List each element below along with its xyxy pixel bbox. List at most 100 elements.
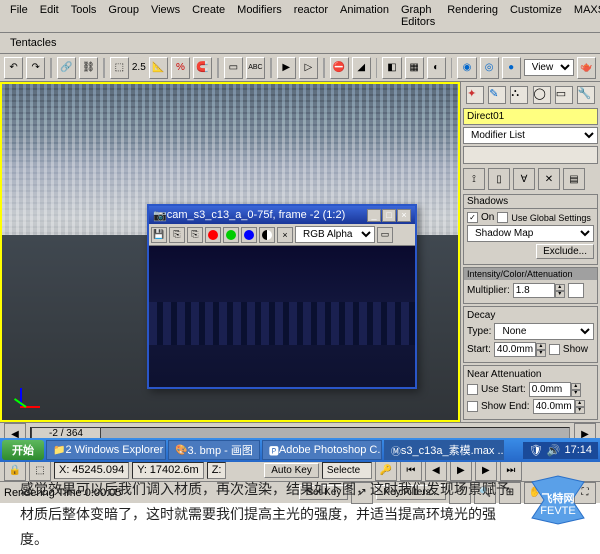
object-name-field[interactable] [463, 108, 598, 125]
menu-tentacles[interactable]: Tentacles [4, 35, 62, 51]
render-last-icon[interactable]: ● [502, 57, 521, 79]
menu-views[interactable]: Views [145, 2, 186, 30]
magnet-icon[interactable]: 🧲 [193, 57, 212, 79]
menu-customize[interactable]: Customize [504, 2, 568, 30]
motion-tab-icon[interactable]: ◯ [533, 86, 551, 104]
percent-snap-icon[interactable]: % [171, 57, 190, 79]
remove-modifier-icon[interactable]: ✕ [538, 168, 560, 190]
tray-icon-2[interactable]: 🔊 [547, 444, 561, 457]
decay-start-spinner[interactable]: ▴▾ [494, 342, 546, 357]
make-unique-icon[interactable]: ∀ [513, 168, 535, 190]
clone-icon[interactable]: ⎘ [169, 227, 185, 243]
mirror-button[interactable]: ▶ [277, 57, 296, 79]
link-button[interactable]: 🔗 [57, 57, 76, 79]
selected-field[interactable]: Selecte [322, 462, 372, 479]
close-button[interactable]: × [397, 209, 411, 222]
select-button[interactable]: ⬚ [110, 57, 129, 79]
menu-edit[interactable]: Edit [34, 2, 65, 30]
global-settings-checkbox[interactable] [497, 212, 508, 223]
near-end-spinner[interactable]: ▴▾ [533, 399, 585, 414]
spin-up-icon[interactable]: ▴ [555, 284, 565, 291]
decay-start-value[interactable] [494, 342, 536, 357]
prohibit-icon[interactable]: ⛔ [330, 57, 349, 79]
near-end-value[interactable] [533, 399, 575, 414]
spin-down-icon[interactable]: ▾ [555, 291, 565, 298]
near-start-spinner[interactable]: ▴▾ [529, 382, 581, 397]
system-tray[interactable]: 🛡 🔊 17:14 [523, 442, 598, 459]
quick-render-icon[interactable]: ◎ [480, 57, 499, 79]
menu-modifiers[interactable]: Modifiers [231, 2, 288, 30]
clone2-icon[interactable]: ⎘ [187, 227, 203, 243]
create-tab-icon[interactable]: ✦ [466, 86, 484, 104]
shadows-on-checkbox[interactable]: ✓ [467, 212, 478, 223]
material-icon[interactable]: ◐ [427, 57, 446, 79]
task-paint[interactable]: 🎨 3. bmp - 画图 [168, 440, 260, 460]
multiplier-value[interactable] [513, 283, 555, 298]
decay-type-dropdown[interactable]: None [494, 323, 594, 340]
viewport[interactable]: 📷 cam_s3_c13_a_0-75f, frame -2 (1:2) _ □… [0, 82, 460, 422]
near-end-label: End: [509, 401, 530, 412]
modifier-stack[interactable] [463, 146, 598, 164]
schematic-icon[interactable]: ▦ [405, 57, 424, 79]
render-window-titlebar[interactable]: 📷 cam_s3_c13_a_0-75f, frame -2 (1:2) _ □… [149, 206, 415, 224]
modifier-list-dropdown[interactable]: Modifier List [463, 127, 598, 144]
minimize-button[interactable]: _ [367, 209, 381, 222]
near-show-checkbox[interactable] [467, 401, 478, 412]
mono-channel-icon[interactable] [259, 227, 275, 243]
near-start-value[interactable] [529, 382, 571, 397]
blue-channel-icon[interactable] [241, 227, 257, 243]
multiplier-spinner[interactable]: ▴▾ [513, 283, 565, 298]
angle-snap-icon[interactable]: 📐 [149, 57, 168, 79]
pin-stack-icon[interactable]: ⟟ [463, 168, 485, 190]
unlink-button[interactable]: ⛓ [79, 57, 98, 79]
menu-file[interactable]: File [4, 2, 34, 30]
show-result-icon[interactable]: ▯ [488, 168, 510, 190]
menu-create[interactable]: Create [186, 2, 231, 30]
save-image-icon[interactable]: 💾 [151, 227, 167, 243]
display-tab-icon[interactable]: ▭ [555, 86, 573, 104]
eraser-icon[interactable]: ◢ [352, 57, 371, 79]
task-explorer[interactable]: 📁 2 Windows Explorer [46, 440, 166, 460]
maximize-button[interactable]: □ [382, 209, 396, 222]
menu-rendering[interactable]: Rendering [441, 2, 504, 30]
curve-editor-icon[interactable]: ◧ [382, 57, 401, 79]
menu-group[interactable]: Group [102, 2, 145, 30]
teapot-icon[interactable]: 🫖 [577, 57, 596, 79]
decay-show-checkbox[interactable] [549, 344, 560, 355]
shadow-type-dropdown[interactable]: Shadow Map [467, 225, 594, 242]
redo-button[interactable]: ↷ [26, 57, 45, 79]
task-3dsmax[interactable]: Ⓜ s3_c13a_素模.max ... [384, 440, 504, 460]
menu-tools[interactable]: Tools [65, 2, 103, 30]
near-atten-panel: Near Attenuation Use Start: ▴▾ Show End: [463, 365, 598, 420]
main-area: 📷 cam_s3_c13_a_0-75f, frame -2 (1:2) _ □… [0, 82, 600, 422]
configure-icon[interactable]: ▤ [563, 168, 585, 190]
modify-tab-icon[interactable]: ✎ [488, 86, 506, 104]
tray-icon[interactable]: 🛡 [529, 444, 543, 457]
undo-button[interactable]: ↶ [4, 57, 23, 79]
menu-reactor[interactable]: reactor [288, 2, 334, 30]
red-channel-icon[interactable] [205, 227, 221, 243]
hierarchy-tab-icon[interactable]: ⛬ [510, 86, 528, 104]
render-window[interactable]: 📷 cam_s3_c13_a_0-75f, frame -2 (1:2) _ □… [147, 204, 417, 389]
named-sel-icon[interactable]: ▭ [224, 57, 243, 79]
near-use-checkbox[interactable] [467, 384, 478, 395]
align-button[interactable]: ▷ [299, 57, 318, 79]
clear-icon[interactable]: ▭ [377, 227, 393, 243]
intensity-header[interactable]: Intensity/Color/Attenuation [464, 268, 597, 280]
color-swatch[interactable] [568, 283, 584, 298]
start-button[interactable]: 开始 [2, 440, 44, 460]
autokey-button[interactable]: Auto Key [264, 463, 319, 478]
view-dropdown[interactable]: View [524, 59, 574, 76]
green-channel-icon[interactable] [223, 227, 239, 243]
menu-maxscript[interactable]: MAXScript [568, 2, 600, 30]
menu-graph-editors[interactable]: Graph Editors [395, 2, 441, 30]
panel-tabs: ✦ ✎ ⛬ ◯ ▭ 🔧 [463, 84, 598, 106]
abc-icon[interactable]: ABC [246, 57, 265, 79]
render-scene-icon[interactable]: ◉ [457, 57, 476, 79]
menu-animation[interactable]: Animation [334, 2, 395, 30]
channel-dropdown[interactable]: RGB Alpha [295, 226, 375, 243]
task-photoshop[interactable]: 🅿 Adobe Photoshop C... [262, 440, 382, 460]
exclude-button[interactable]: Exclude... [536, 244, 594, 259]
utilities-tab-icon[interactable]: 🔧 [577, 86, 595, 104]
alpha-channel-icon[interactable]: × [277, 227, 293, 243]
